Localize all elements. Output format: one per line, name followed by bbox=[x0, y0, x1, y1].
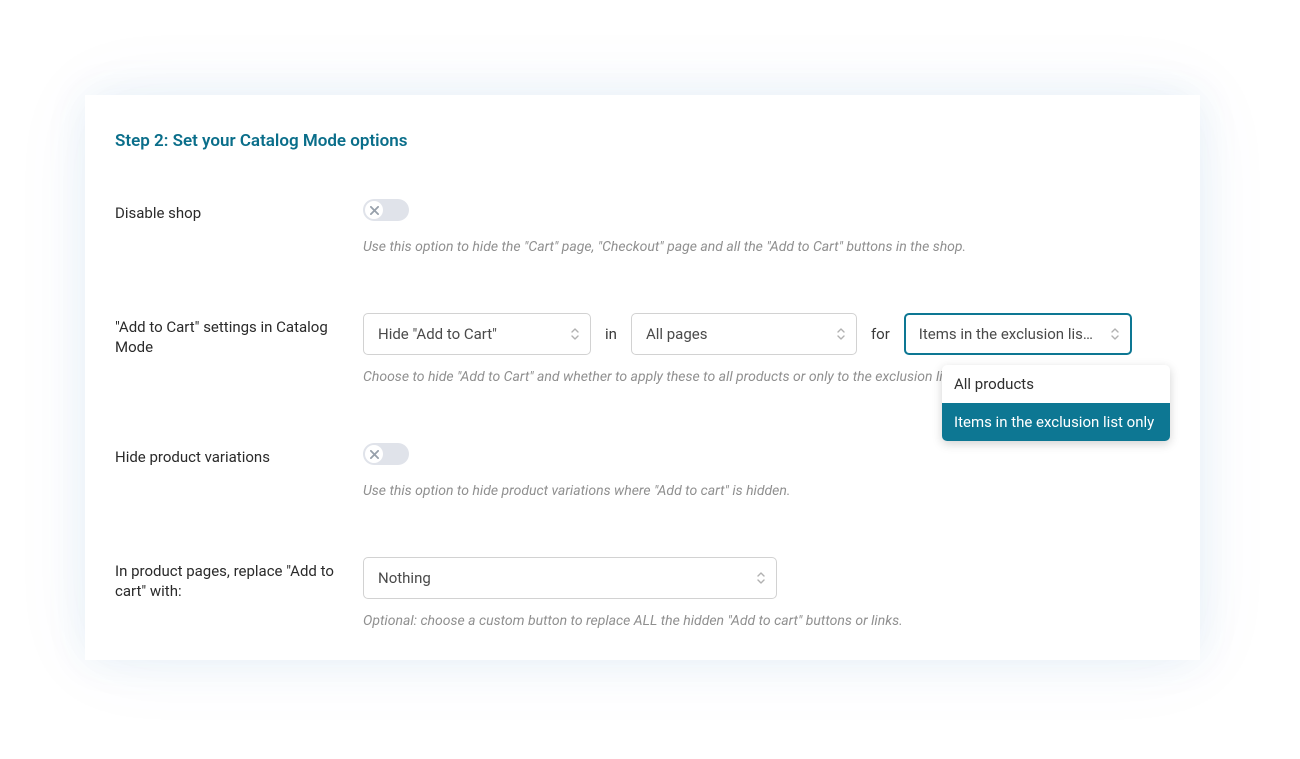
atc-select-row: Hide "Add to Cart" in All pages for Item… bbox=[363, 313, 1170, 355]
label-disable-shop: Disable shop bbox=[115, 199, 363, 223]
body-disable-shop: Use this option to hide the "Cart" page,… bbox=[363, 199, 1170, 255]
row-disable-shop: Disable shop Use this option to hide the… bbox=[115, 199, 1170, 255]
word-in: in bbox=[605, 325, 617, 343]
help-disable-shop: Use this option to hide the "Cart" page,… bbox=[363, 239, 1170, 255]
select-value: Nothing bbox=[378, 569, 431, 587]
label-replace-atc: In product pages, replace "Add to cart" … bbox=[115, 557, 363, 602]
select-hide-atc[interactable]: Hide "Add to Cart" bbox=[363, 313, 591, 355]
help-hide-variations: Use this option to hide product variatio… bbox=[363, 483, 1170, 499]
row-hide-variations: Hide product variations Use this option … bbox=[115, 443, 1170, 499]
select-pages[interactable]: All pages bbox=[631, 313, 857, 355]
toggle-knob bbox=[365, 445, 383, 463]
body-atc-settings: Hide "Add to Cart" in All pages for Item… bbox=[363, 313, 1170, 385]
label-atc-settings: "Add to Cart" settings in Catalog Mode bbox=[115, 313, 363, 358]
label-hide-variations: Hide product variations bbox=[115, 443, 363, 467]
dropdown-option-exclusion-only[interactable]: Items in the exclusion list only bbox=[942, 403, 1170, 441]
body-hide-variations: Use this option to hide product variatio… bbox=[363, 443, 1170, 499]
toggle-disable-shop[interactable] bbox=[363, 199, 409, 221]
dropdown-exclusion: All products Items in the exclusion list… bbox=[942, 365, 1170, 441]
chevron-updown-icon bbox=[1110, 326, 1120, 342]
body-replace-atc: Nothing Optional: choose a custom button… bbox=[363, 557, 1170, 629]
select-value: Items in the exclusion list o... bbox=[919, 325, 1096, 343]
chevron-updown-icon bbox=[756, 570, 766, 586]
select-value: All pages bbox=[646, 325, 708, 343]
help-replace-atc: Optional: choose a custom button to repl… bbox=[363, 613, 1170, 629]
select-value: Hide "Add to Cart" bbox=[378, 325, 497, 343]
select-exclusion[interactable]: Items in the exclusion list o... bbox=[904, 313, 1132, 355]
chevron-updown-icon bbox=[836, 326, 846, 342]
close-icon bbox=[370, 206, 379, 215]
settings-panel: Step 2: Set your Catalog Mode options Di… bbox=[85, 95, 1200, 660]
step-title: Step 2: Set your Catalog Mode options bbox=[115, 131, 1170, 151]
chevron-updown-icon bbox=[570, 326, 580, 342]
toggle-hide-variations[interactable] bbox=[363, 443, 409, 465]
toggle-knob bbox=[365, 201, 383, 219]
close-icon bbox=[370, 450, 379, 459]
word-for: for bbox=[871, 325, 890, 343]
row-atc-settings: "Add to Cart" settings in Catalog Mode H… bbox=[115, 313, 1170, 385]
select-replace-atc[interactable]: Nothing bbox=[363, 557, 777, 599]
dropdown-option-all-products[interactable]: All products bbox=[942, 365, 1170, 403]
row-replace-atc: In product pages, replace "Add to cart" … bbox=[115, 557, 1170, 629]
